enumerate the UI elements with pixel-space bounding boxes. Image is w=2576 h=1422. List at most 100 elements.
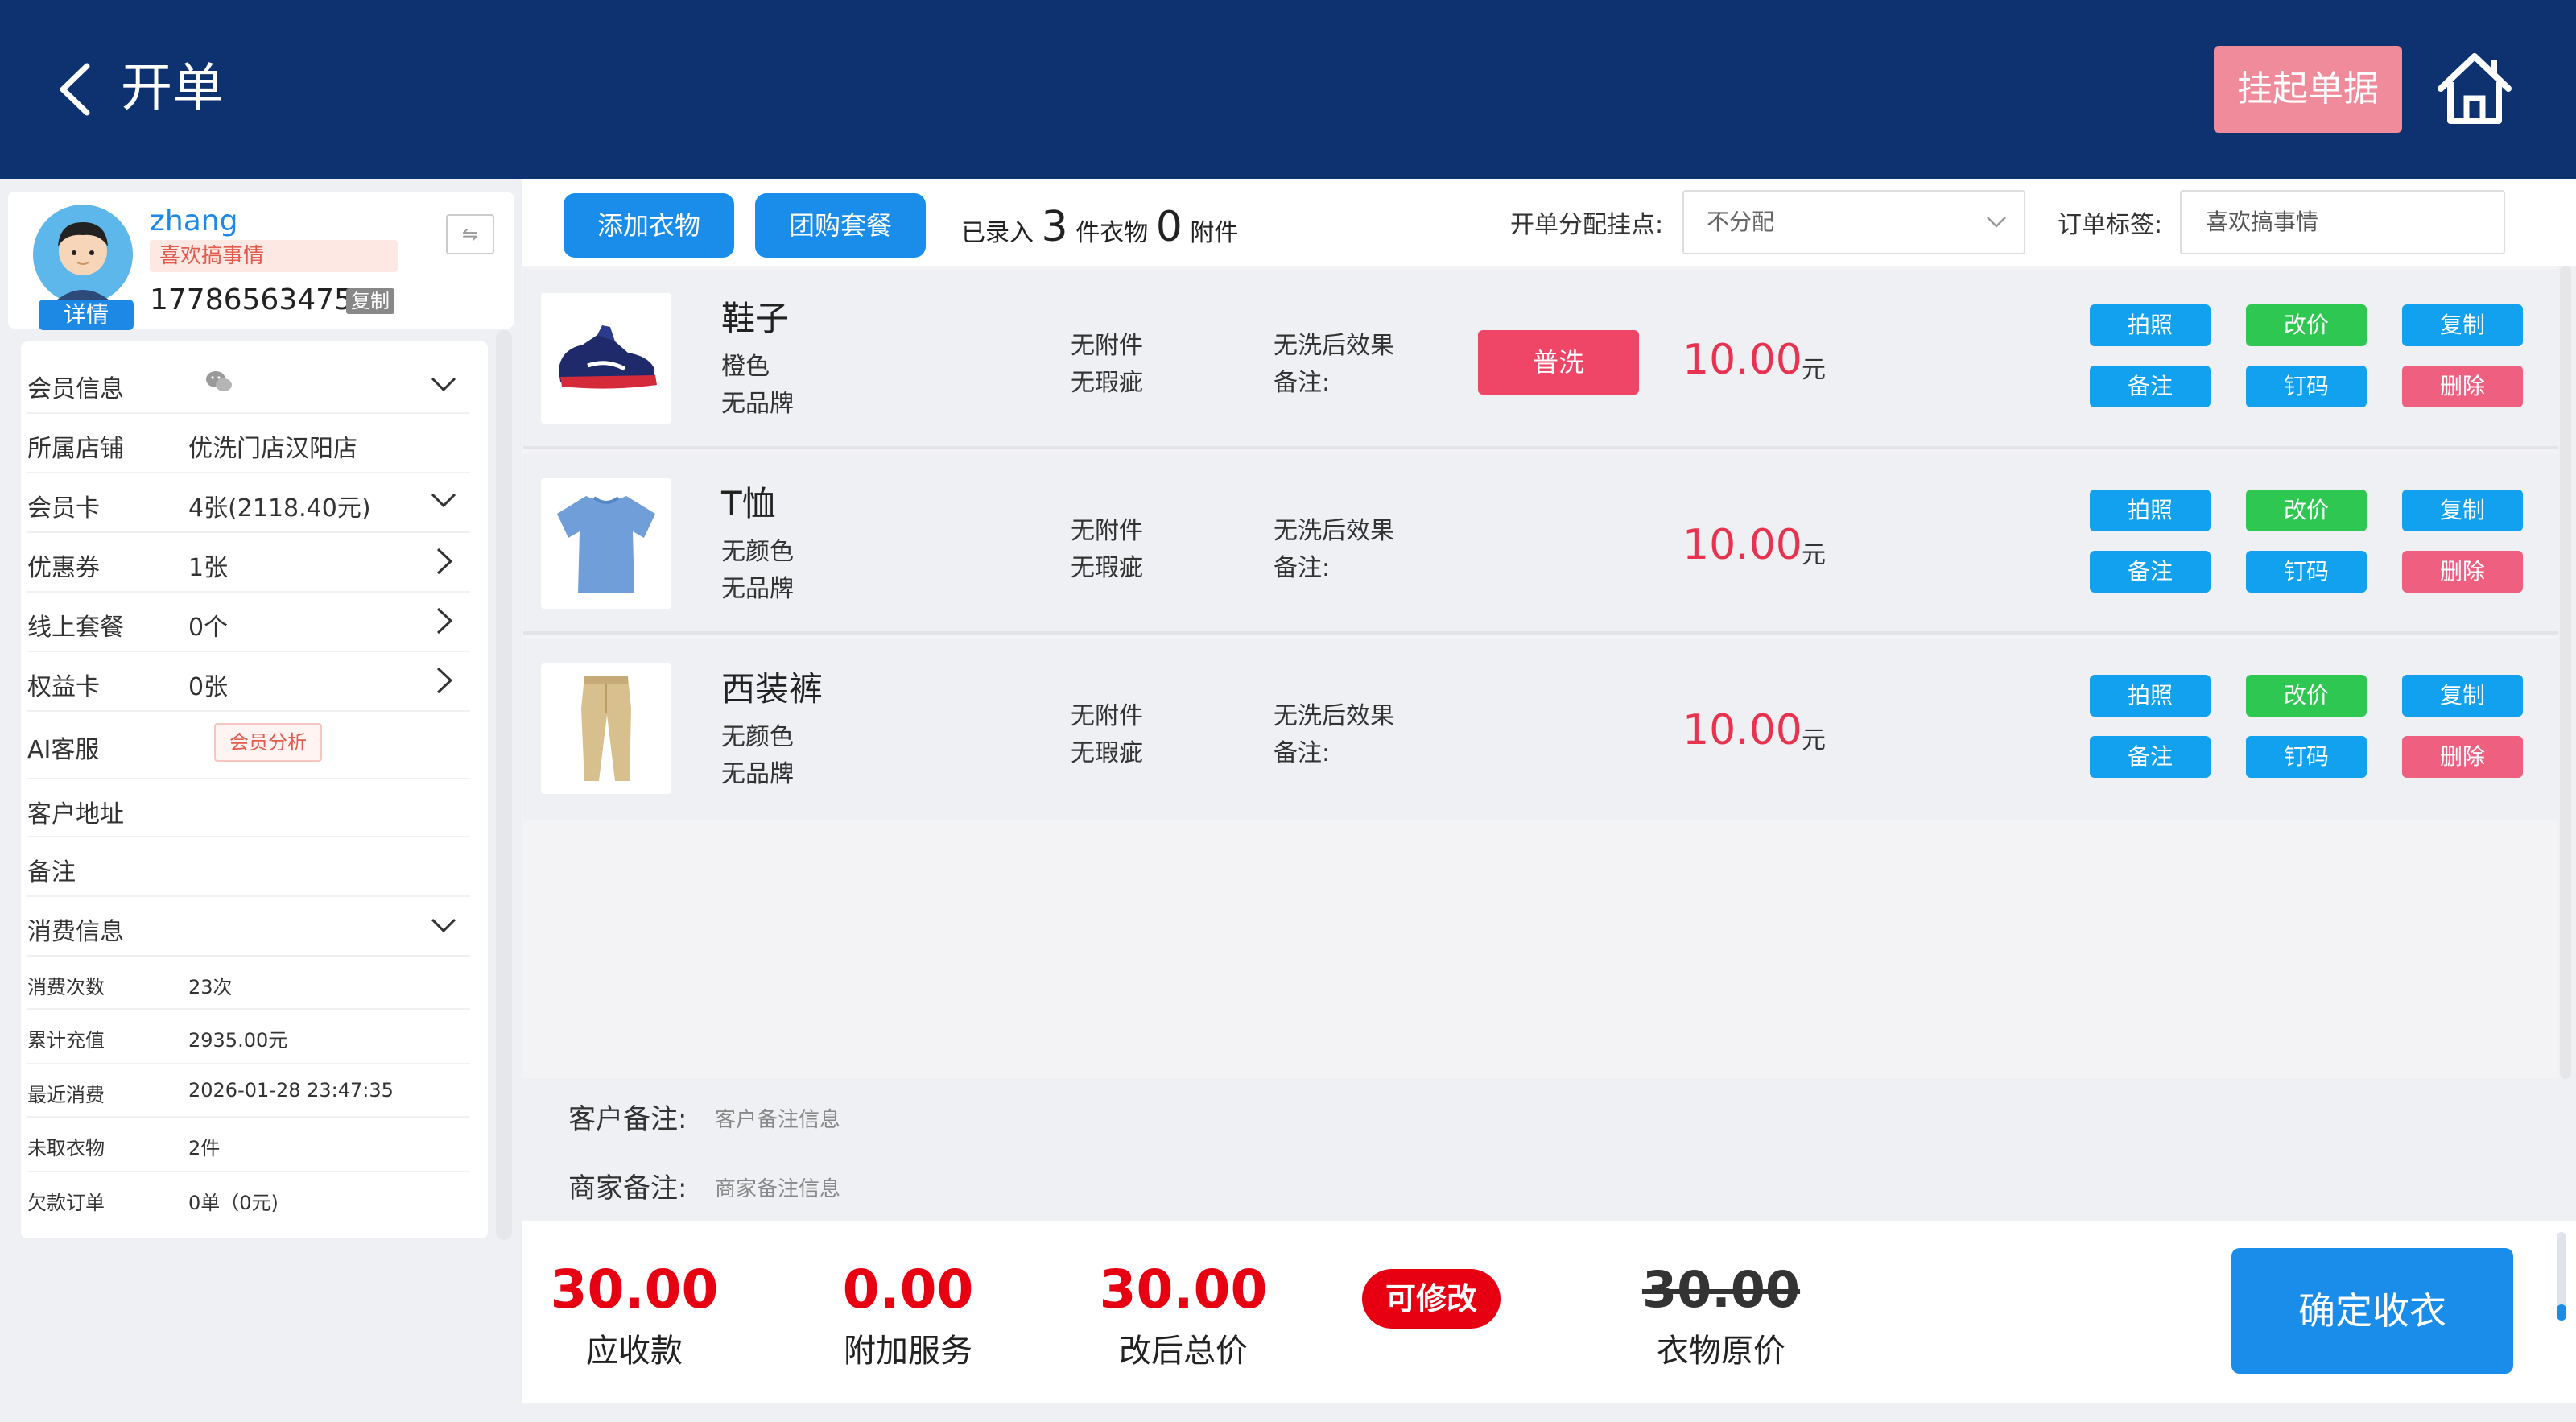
row-ai-service: AI客服 会员分析 (27, 712, 470, 779)
photo-button[interactable]: 拍照 (2090, 304, 2211, 346)
delete-item-button[interactable]: 删除 (2402, 736, 2523, 778)
wash-type-button[interactable]: 普洗 (1478, 330, 1639, 395)
receivable-label: 应收款 (586, 1333, 683, 1370)
assign-value: 不分配 (1707, 209, 1775, 235)
chevron-right-icon[interactable] (430, 548, 457, 575)
item-thumbnail[interactable] (541, 478, 671, 609)
copy-item-button[interactable]: 复制 (2402, 490, 2523, 531)
user-tag: 喜欢搞事情 (150, 240, 398, 272)
footer-scroll-thumb[interactable] (2557, 1304, 2566, 1321)
row-online-package[interactable]: 线上套餐 0个 (27, 593, 470, 652)
consumption-value: 2026-01-28 23:47:35 (188, 1079, 394, 1102)
item-thumbnail[interactable] (541, 293, 671, 424)
entered-count: 已录入 3 件衣物 0 附件 (961, 195, 1238, 266)
photo-button[interactable]: 拍照 (2090, 675, 2211, 717)
editable-badge[interactable]: 可修改 (1362, 1269, 1501, 1329)
price-unit: 元 (1802, 726, 1826, 754)
item-name: 鞋子 (721, 299, 790, 338)
page-title: 开单 (121, 59, 224, 118)
consumption-label: 最近消费 (27, 1084, 105, 1106)
copy-phone-button[interactable]: 复制 (346, 288, 394, 314)
app-header: 开单 挂起单据 (0, 0, 2576, 179)
left-scrollbar[interactable] (496, 330, 512, 1240)
chevron-down-icon[interactable] (430, 486, 457, 514)
list-scrollbar[interactable] (2560, 266, 2571, 1079)
item-price: 10.00 (1682, 336, 1802, 384)
row-label: 会员卡 (27, 494, 100, 523)
group-package-button[interactable]: 团购套餐 (755, 193, 926, 258)
row-label: 会员信息 (27, 375, 124, 403)
row-member-card[interactable]: 会员卡 4张(2118.40元) (27, 473, 470, 533)
delete-item-button[interactable]: 删除 (2402, 366, 2523, 407)
detail-button[interactable]: 详情 (39, 300, 134, 330)
adjusted-total-amount: 30.00 (1099, 1259, 1268, 1321)
item-defect: 无瑕疵 (1071, 739, 1143, 767)
item-attachment: 无附件 (1071, 517, 1143, 545)
delete-item-button[interactable]: 删除 (2402, 551, 2523, 593)
chevron-right-icon[interactable] (430, 607, 457, 635)
switch-customer-button[interactable]: ⇋ (446, 214, 494, 254)
confirm-receive-button[interactable]: 确定收衣 (2231, 1248, 2513, 1374)
order-tag-label: 订单标签: (2058, 211, 2163, 239)
member-analysis-tag[interactable]: 会员分析 (214, 723, 322, 762)
item-brand: 无品牌 (721, 575, 794, 603)
consumption-row: 消费次数 23次 (27, 957, 470, 1010)
customer-remark-input[interactable]: 客户备注信息 (715, 1103, 840, 1133)
user-avatar-icon (33, 205, 133, 304)
online-package-value: 0个 (188, 614, 229, 642)
assign-label: 开单分配挂点: (1510, 211, 1664, 239)
note-button[interactable]: 备注 (2090, 366, 2211, 407)
tag-code-button[interactable]: 钉码 (2246, 366, 2367, 407)
item-thumbnail[interactable] (541, 663, 671, 794)
item-attachment: 无附件 (1071, 332, 1143, 360)
photo-button[interactable]: 拍照 (2090, 490, 2211, 531)
row-member-info[interactable]: 会员信息 (27, 354, 470, 414)
chevron-right-icon[interactable] (430, 667, 457, 694)
username: zhang (150, 205, 238, 238)
item-brand: 无品牌 (721, 390, 794, 418)
original-price-amount: 30.00 (1641, 1260, 1801, 1319)
chevron-down-icon[interactable] (430, 370, 457, 398)
item-effect: 无洗后效果 (1274, 702, 1394, 730)
change-price-button[interactable]: 改价 (2246, 304, 2367, 346)
row-label: 优惠券 (27, 554, 100, 582)
row-consumption[interactable]: 消费信息 (27, 897, 470, 957)
suspend-order-button[interactable]: 挂起单据 (2214, 46, 2402, 133)
consumption-row: 累计充值 2935.00元 (27, 1010, 470, 1064)
assign-select[interactable]: 不分配 (1682, 190, 2025, 254)
item-color: 无颜色 (721, 538, 794, 566)
item-remark: 备注: (1274, 554, 1331, 582)
tshirt-icon (557, 496, 655, 593)
change-price-button[interactable]: 改价 (2246, 675, 2367, 717)
order-toolbar: 添加衣物 团购套餐 已录入 3 件衣物 0 附件 开单分配挂点: 不分配 订单标… (522, 179, 2576, 266)
merchant-remark-label: 商家备注: (568, 1172, 687, 1205)
consumption-label: 欠款订单 (27, 1192, 105, 1214)
clothes-item-row[interactable]: T恤 无颜色 无品牌 无附件 无瑕疵 无洗后效果 备注: 10.00 元 拍照 … (523, 454, 2558, 635)
tag-code-button[interactable]: 钉码 (2246, 736, 2367, 778)
tag-code-button[interactable]: 钉码 (2246, 551, 2367, 593)
item-defect: 无瑕疵 (1071, 554, 1143, 582)
chevron-down-icon[interactable] (430, 911, 457, 939)
row-benefit-card[interactable]: 权益卡 0张 (27, 652, 470, 712)
home-icon[interactable] (2434, 48, 2515, 129)
order-remarks: 客户备注: 客户备注信息 商家备注: 商家备注信息 (522, 1079, 2576, 1221)
note-button[interactable]: 备注 (2090, 551, 2211, 593)
consumption-row: 欠款订单 0单（0元) (27, 1172, 470, 1226)
avatar[interactable]: 详情 (27, 201, 138, 330)
add-clothes-button[interactable]: 添加衣物 (564, 193, 734, 258)
row-coupon[interactable]: 优惠券 1张 (27, 533, 470, 593)
clothes-item-row[interactable]: 西装裤 无颜色 无品牌 无附件 无瑕疵 无洗后效果 备注: 10.00 元 拍照… (523, 639, 2558, 820)
price-unit: 元 (1802, 356, 1826, 384)
order-tag-input[interactable]: 喜欢搞事情 (2180, 190, 2505, 254)
copy-item-button[interactable]: 复制 (2402, 675, 2523, 717)
consumption-value: 2件 (188, 1137, 221, 1160)
change-price-button[interactable]: 改价 (2246, 490, 2367, 531)
clothes-item-row[interactable]: 鞋子 橙色 无品牌 无附件 无瑕疵 无洗后效果 备注: 普洗 10.00 元 拍… (523, 269, 2558, 449)
copy-item-button[interactable]: 复制 (2402, 304, 2523, 346)
chevron-down-icon (1987, 217, 2006, 228)
back-arrow-icon[interactable] (53, 61, 98, 118)
merchant-remark-input[interactable]: 商家备注信息 (715, 1172, 840, 1202)
item-defect: 无瑕疵 (1071, 369, 1143, 397)
note-button[interactable]: 备注 (2090, 736, 2211, 778)
row-label: 备注 (27, 858, 76, 887)
